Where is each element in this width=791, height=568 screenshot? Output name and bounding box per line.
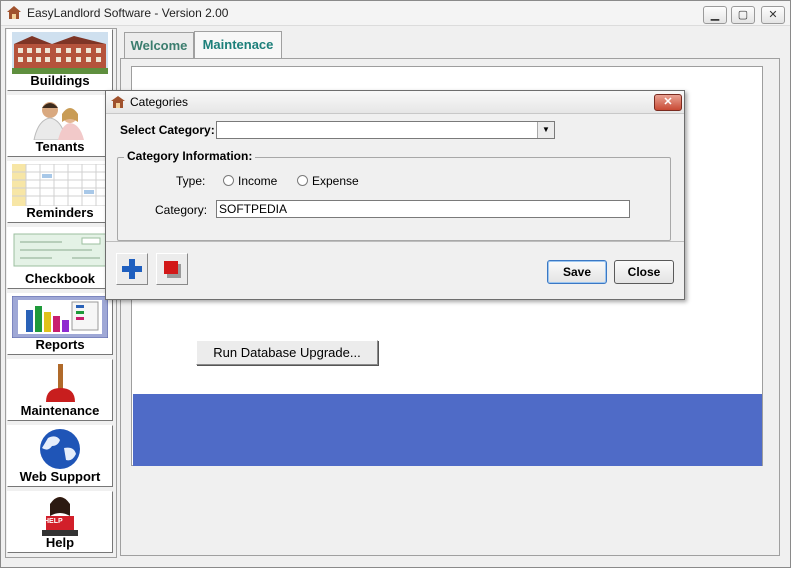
expense-radio[interactable] [297, 175, 308, 186]
add-category-button[interactable] [116, 253, 148, 285]
group-title: Category Information: [124, 149, 256, 163]
sidebar-item-label: Help [45, 535, 75, 550]
expense-label: Expense [312, 174, 359, 188]
run-database-upgrade-button[interactable]: Run Database Upgrade... [196, 340, 378, 365]
type-label: Type: [176, 174, 206, 188]
window-title: EasyLandlord Software - Version 2.00 [27, 6, 229, 20]
sidebar-item-tenants[interactable]: Tenants [7, 95, 113, 157]
footer-band [133, 394, 762, 466]
delete-icon [164, 261, 181, 278]
buildings-icon [12, 32, 108, 74]
dialog-title: Categories [130, 95, 189, 109]
minimize-icon: ▁ [710, 9, 720, 21]
sidebar-item-reports[interactable]: Reports [7, 293, 113, 355]
dialog-close-button[interactable]: ✕ [654, 94, 682, 111]
income-label: Income [238, 174, 278, 188]
category-name-field[interactable]: SOFTPEDIA [216, 200, 630, 218]
category-label: Category: [155, 203, 208, 217]
tab-maintenance[interactable]: Maintenace [194, 31, 282, 59]
sidebar-item-checkbook[interactable]: Checkbook [7, 227, 113, 289]
sidebar-item-help[interactable]: HELP Help [7, 491, 113, 553]
close-icon: ✕ [663, 96, 673, 108]
close-window-button[interactable]: ✕ [761, 6, 785, 24]
sidebar-item-reminders[interactable]: Reminders [7, 161, 113, 223]
title-bar: EasyLandlord Software - Version 2.00 ▁ ▢… [1, 1, 790, 26]
sidebar-item-label: Reports [35, 337, 85, 352]
bar-chart-icon [12, 296, 108, 338]
select-category-label: Select Category: [120, 123, 215, 137]
sidebar-item-label: Reminders [26, 205, 94, 220]
app-house-icon [7, 6, 21, 19]
tab-welcome[interactable]: Welcome [124, 32, 194, 58]
minimize-button[interactable]: ▁ [703, 6, 727, 24]
help-sign-text: HELP [44, 518, 63, 525]
maximize-icon: ▢ [737, 9, 749, 21]
help-person-icon [12, 494, 108, 536]
calendar-icon [12, 164, 108, 206]
app-house-icon [111, 96, 125, 108]
globe-icon [12, 428, 108, 470]
sidebar-item-label: Checkbook [24, 271, 96, 286]
sidebar-item-web-support[interactable]: Web Support [7, 425, 113, 487]
plus-icon [122, 259, 142, 279]
dialog-title-bar: Categories ✕ [106, 91, 684, 114]
sidebar-item-buildings[interactable]: Buildings [7, 29, 113, 91]
tenants-icon [12, 98, 108, 140]
tab-label: Maintenace [202, 37, 274, 52]
sidebar-item-label: Web Support [19, 469, 101, 484]
delete-category-button[interactable] [156, 253, 188, 285]
close-button[interactable]: Close [614, 260, 674, 284]
dialog-divider [106, 241, 684, 242]
tab-label: Welcome [130, 38, 188, 53]
check-icon [12, 230, 108, 272]
chevron-down-icon[interactable]: ▼ [537, 122, 554, 138]
select-category-dropdown[interactable]: ▼ [216, 121, 555, 139]
sidebar-item-label: Buildings [30, 73, 90, 88]
save-button[interactable]: Save [547, 260, 607, 284]
categories-dialog: Categories ✕ Select Category: ▼ Category… [105, 90, 685, 300]
maximize-button[interactable]: ▢ [731, 6, 755, 24]
sidebar-item-maintenance[interactable]: Maintenance [7, 359, 113, 421]
sidebar-item-label: Tenants [35, 139, 85, 154]
sidebar-item-label: Maintenance [20, 403, 100, 418]
plunger-icon [12, 362, 108, 404]
income-radio[interactable] [223, 175, 234, 186]
close-icon: ✕ [768, 9, 778, 21]
category-information-group [117, 157, 671, 241]
